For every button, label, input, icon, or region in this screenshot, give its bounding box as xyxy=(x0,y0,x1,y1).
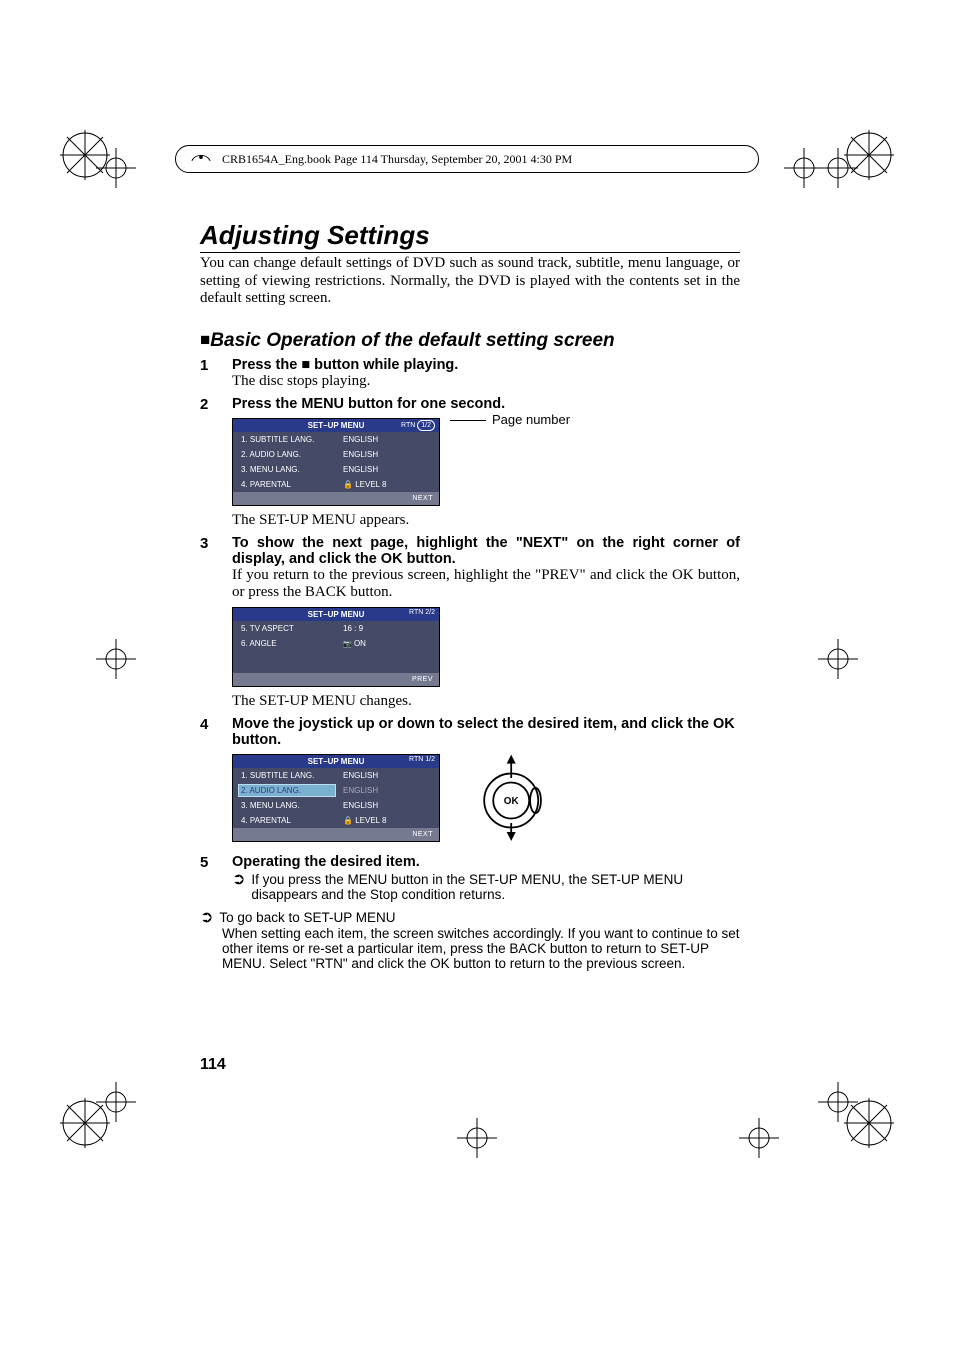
step-number: 2 xyxy=(200,396,218,529)
text: ON xyxy=(354,639,366,648)
rtn-label: RTN xyxy=(409,756,423,763)
step-result: The SET-UP MENU appears. xyxy=(232,512,740,529)
rtn-label: RTN xyxy=(401,422,415,429)
menu-item-value: ENGLISH xyxy=(343,786,378,795)
step-1: 1 Press the ■ button while playing. The … xyxy=(200,357,740,390)
step-5: 5 Operating the desired item. ➲ If you p… xyxy=(200,854,740,902)
crop-mark-icon xyxy=(784,148,824,188)
framemaker-icon xyxy=(190,148,212,170)
menu-footer: NEXT xyxy=(233,492,439,505)
step-instruction: Operating the desired item. xyxy=(232,854,740,870)
menu-title: SET–UP MENU xyxy=(308,421,365,430)
step-detail: If you return to the previous screen, hi… xyxy=(232,567,740,601)
crop-mark-icon xyxy=(818,1082,858,1122)
step-instruction: Press the ■ button while playing. xyxy=(232,357,740,373)
page-title: Adjusting Settings xyxy=(200,220,740,251)
step-number: 1 xyxy=(200,357,218,390)
section-title: ■Basic Operation of the default setting … xyxy=(200,330,740,352)
crop-mark-icon xyxy=(96,639,136,679)
page-content: Adjusting Settings You can change defaul… xyxy=(200,220,740,977)
menu-item-value: 🔒 LEVEL 8 xyxy=(343,816,386,825)
print-header: CRB1654A_Eng.book Page 114 Thursday, Sep… xyxy=(175,145,759,173)
step-2: 2 Press the MENU button for one second. … xyxy=(200,396,740,529)
lock-icon: 🔒 xyxy=(343,816,353,825)
menu-item-value: ENGLISH xyxy=(343,801,378,810)
step-number: 3 xyxy=(200,535,218,710)
menu-item-label: 1. SUBTITLE LANG. xyxy=(241,771,333,780)
step-number: 4 xyxy=(200,716,218,848)
crop-mark-icon xyxy=(457,1118,497,1158)
crop-mark-icon xyxy=(96,1082,136,1122)
menu-item-label: 3. MENU LANG. xyxy=(241,465,333,474)
setup-menu-screenshot-2: SET–UP MENU RTN 2/2 5. TV ASPECT 16 : 9 6… xyxy=(232,607,440,687)
menu-item-label: 2. AUDIO LANG. xyxy=(241,450,333,459)
page-number: 114 xyxy=(200,1056,226,1074)
bullet-arrow-icon: ➲ xyxy=(232,872,245,902)
menu-item-label: 1. SUBTITLE LANG. xyxy=(241,435,333,444)
menu-title: SET–UP MENU xyxy=(308,610,365,619)
menu-item-value: ENGLISH xyxy=(343,771,378,780)
step-result: The SET-UP MENU changes. xyxy=(232,693,740,710)
bullet-arrow-icon: ➲ xyxy=(200,910,213,926)
camera-icon: 📷 xyxy=(343,641,352,648)
step-4: 4 Move the joystick up or down to select… xyxy=(200,716,740,848)
note-text: If you press the MENU button in the SET-… xyxy=(251,872,740,902)
crop-mark-icon xyxy=(739,1118,779,1158)
menu-item-label: 6. ANGLE xyxy=(241,639,333,648)
note-1: ➲ If you press the MENU button in the SE… xyxy=(232,872,740,902)
crop-mark-icon xyxy=(818,639,858,679)
menu-item-label: 5. TV ASPECT xyxy=(241,624,333,633)
crop-mark-icon xyxy=(818,148,858,188)
menu-footer: NEXT xyxy=(233,828,439,841)
text: LEVEL 8 xyxy=(355,480,386,489)
intro-text: You can change default settings of DVD s… xyxy=(200,252,740,308)
note-body: When setting each item, the screen switc… xyxy=(222,926,740,971)
menu-title: SET–UP MENU xyxy=(308,757,365,766)
menu-item-label: 3. MENU LANG. xyxy=(241,801,333,810)
setup-menu-screenshot-1: SET–UP MENU RTN 1/2 1. SUBTITLE LANG. ENG… xyxy=(232,418,440,506)
step-instruction: Press the MENU button for one second. xyxy=(232,396,740,412)
setup-menu-screenshot-3: SET–UP MENU RTN 1/2 1. SUBTITLE LANG. ENG… xyxy=(232,754,440,842)
text: Press the xyxy=(232,357,301,373)
page-indicator: 1/2 xyxy=(425,756,435,763)
menu-item-value: ENGLISH xyxy=(343,435,378,444)
joystick-icon: OK xyxy=(468,751,558,846)
lock-icon: 🔒 xyxy=(343,480,353,489)
step-result: The disc stops playing. xyxy=(232,373,740,390)
page-number-callout: Page number xyxy=(450,412,570,427)
svg-text:OK: OK xyxy=(504,796,520,807)
stop-icon: ■ xyxy=(301,357,310,373)
step-instruction: Move the joystick up or down to select t… xyxy=(232,716,740,748)
text: button while playing. xyxy=(310,357,458,373)
step-3: 3 To show the next page, highlight the "… xyxy=(200,535,740,710)
menu-item-value: 📷 ON xyxy=(343,639,366,648)
print-header-text: CRB1654A_Eng.book Page 114 Thursday, Sep… xyxy=(222,152,572,167)
section-title-text: Basic Operation of the default setting s… xyxy=(210,330,614,351)
menu-footer: PREV xyxy=(233,673,439,686)
note-title: To go back to SET-UP MENU xyxy=(219,910,395,926)
callout-text: Page number xyxy=(492,412,570,427)
menu-item-label: 4. PARENTAL xyxy=(241,816,333,825)
menu-item-label: 4. PARENTAL xyxy=(241,480,333,489)
menu-item-value: 🔒 LEVEL 8 xyxy=(343,480,386,489)
menu-item-value: ENGLISH xyxy=(343,450,378,459)
page-indicator: 1/2 xyxy=(417,420,435,431)
menu-item-value: ENGLISH xyxy=(343,465,378,474)
rtn-label: RTN xyxy=(409,609,423,616)
step-number: 5 xyxy=(200,854,218,902)
menu-item-value: 16 : 9 xyxy=(343,624,363,633)
menu-item-label-selected: 2. AUDIO LANG. xyxy=(239,785,335,796)
text: LEVEL 8 xyxy=(355,816,386,825)
page-indicator: 2/2 xyxy=(425,609,435,616)
step-instruction: To show the next page, highlight the "NE… xyxy=(232,535,740,567)
step-5-note: ➲ To go back to SET-UP MENU When setting… xyxy=(200,908,740,971)
crop-mark-icon xyxy=(96,148,136,188)
